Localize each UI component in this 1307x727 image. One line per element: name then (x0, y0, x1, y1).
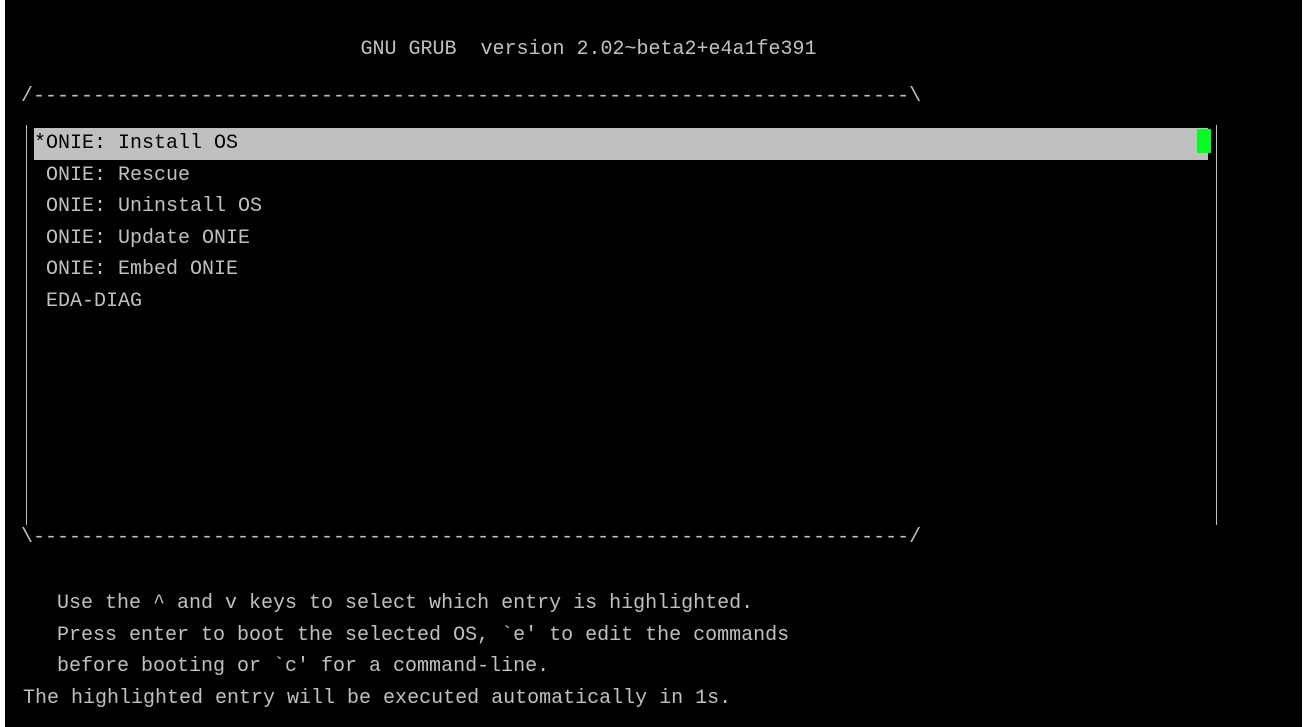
grub-title: GNU GRUB version 2.02~beta2+e4a1fe391 (360, 38, 817, 61)
boot-entry-onie-install-os[interactable]: *ONIE: Install OS (34, 128, 1208, 160)
help-text-line-3: before booting or `c' for a command-line… (57, 655, 550, 678)
countdown-text: The highlighted entry will be executed a… (23, 686, 732, 710)
boot-entry-onie-embed-onie[interactable]: ONIE: Embed ONIE (34, 254, 1208, 286)
boot-entry-eda-diag[interactable]: EDA-DIAG (34, 286, 1208, 318)
boot-entry-onie-uninstall-os[interactable]: ONIE: Uninstall OS (34, 191, 1208, 223)
boot-menu: *ONIE: Install OS ONIE: Rescue ONIE: Uni… (21, 125, 1223, 525)
scroll-indicator (1197, 129, 1211, 153)
help-text-line-2: Press enter to boot the selected OS, `e'… (57, 623, 790, 647)
grub-terminal: GNU GRUB version 2.02~beta2+e4a1fe391 /-… (5, 0, 1302, 727)
boot-entry-onie-rescue[interactable]: ONIE: Rescue (34, 160, 1208, 192)
boot-entry-onie-update-onie[interactable]: ONIE: Update ONIE (34, 223, 1208, 255)
help-text-line-1: Use the ^ and v keys to select which ent… (57, 592, 754, 615)
menu-border-right (1216, 125, 1229, 525)
menu-border-top: /---------------------------------------… (21, 85, 922, 108)
menu-border-bottom: \---------------------------------------… (21, 526, 922, 549)
